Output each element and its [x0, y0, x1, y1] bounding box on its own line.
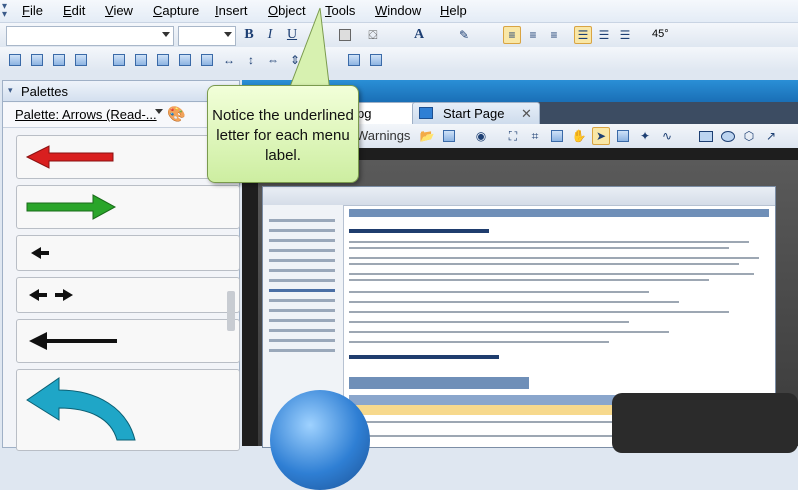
align-objects-top-icon[interactable] [176, 51, 194, 69]
tab-start-page-label: Start Page [443, 106, 505, 121]
format-toolbar: B I U ⛋ A ✎ ≡ ≡ ≡ ☰ ☰ ☰ 45° [0, 23, 798, 47]
tab-image[interactable]: pg [350, 102, 416, 125]
red-arrow-left-icon [25, 145, 114, 169]
arrange-toolbar: ↔ ↕ ⇔ ⇕ [0, 47, 798, 71]
hand-icon[interactable]: ✋ [570, 127, 588, 145]
menu-edit[interactable]: Edit [63, 3, 85, 19]
chevron-down-icon[interactable] [155, 109, 163, 114]
rotation-button[interactable]: 45° [652, 28, 669, 40]
teal-curved-arrow-icon [26, 377, 136, 441]
menu-view[interactable]: View [105, 3, 133, 19]
align-center-icon[interactable]: ≡ [524, 26, 542, 44]
arrow-black-left-long[interactable] [16, 319, 240, 363]
webpage-header [263, 187, 775, 206]
paint-bucket-icon[interactable]: ⛋ [364, 26, 382, 44]
align-objects-left-icon[interactable] [110, 51, 128, 69]
palettes-panel: ▾ Palettes ▾⊣ Palette: Arrows (Read-... … [2, 80, 240, 451]
magic-wand-icon[interactable]: ✦ [636, 127, 654, 145]
ungroup-icon[interactable] [28, 51, 46, 69]
callout-text: Notice the underlined letter for each me… [212, 107, 354, 164]
globe-logo [270, 390, 370, 490]
pointer-icon[interactable]: ➤ [592, 127, 610, 145]
valign-top-icon[interactable]: ☰ [574, 26, 592, 44]
grip-icon[interactable]: ▾ [8, 85, 13, 96]
palette-selector[interactable]: Palette: Arrows (Read-... 🎨 [3, 103, 239, 128]
send-back-icon[interactable] [72, 51, 90, 69]
flip-vertical-icon[interactable] [367, 51, 385, 69]
valign-bottom-icon[interactable]: ☰ [616, 26, 634, 44]
marquee-icon[interactable] [614, 127, 632, 145]
menu-insert[interactable]: Insert [215, 3, 248, 19]
flip-horizontal-icon[interactable] [345, 51, 363, 69]
font-size-select[interactable] [178, 26, 236, 46]
rectangle-icon[interactable] [696, 127, 714, 145]
group-icon[interactable] [6, 51, 24, 69]
black-arrow-left-icon [31, 247, 49, 259]
menu-window[interactable]: Window [375, 3, 421, 19]
font-color-icon[interactable]: A [410, 26, 428, 44]
font-family-select[interactable] [6, 26, 174, 46]
valign-middle-icon[interactable]: ☰ [595, 26, 613, 44]
lasso-icon[interactable]: ∿ [658, 127, 676, 145]
tab-start-page[interactable]: Start Page ✕ [412, 102, 540, 125]
distribute-horizontal-icon[interactable]: ↔ [220, 51, 238, 69]
align-objects-middle-icon[interactable] [198, 51, 216, 69]
warnings-label[interactable]: Warnings [356, 128, 410, 143]
tablet-image [612, 393, 798, 453]
green-arrow-right-icon [26, 194, 117, 220]
align-right-icon[interactable]: ≡ [545, 26, 563, 44]
palette-icon[interactable]: 🎨 [167, 105, 186, 123]
menu-bar: ▾ ▾ File Edit View Capture Insert Object … [0, 0, 798, 23]
select-area-icon[interactable] [548, 127, 566, 145]
callout-box: Notice the underlined letter for each me… [207, 85, 359, 183]
menu-file[interactable]: File [22, 3, 43, 19]
arrow-green-right[interactable] [16, 185, 240, 229]
double-arrow-icon [29, 289, 73, 301]
menu-capture[interactable]: Capture [153, 3, 199, 19]
menu-help[interactable]: Help [440, 3, 467, 19]
palettes-header: ▾ Palettes ▾⊣ [3, 81, 239, 102]
align-objects-center-icon[interactable] [132, 51, 150, 69]
fit-icon[interactable]: ⛶ [504, 127, 522, 145]
align-objects-right-icon[interactable] [154, 51, 172, 69]
palette-select-label: Palette: Arrows (Read-... [15, 107, 157, 122]
palettes-title: Palettes [21, 84, 68, 99]
zoom-icon[interactable]: ◉ [472, 127, 490, 145]
grip-icon[interactable]: ▾ ▾ [2, 2, 12, 20]
bold-button[interactable]: B [240, 26, 258, 44]
polygon-icon[interactable]: ⬡ [740, 127, 758, 145]
close-icon[interactable]: ✕ [521, 103, 532, 125]
image-icon[interactable] [440, 127, 458, 145]
palette-scrollbar[interactable] [227, 291, 235, 331]
arrow-black-left-small[interactable] [16, 235, 240, 271]
oval-icon[interactable] [718, 127, 736, 145]
line-tool-icon[interactable]: ↗ [762, 127, 780, 145]
arrow-black-double[interactable] [16, 277, 240, 313]
distribute-vertical-icon[interactable]: ↕ [242, 51, 260, 69]
crop-icon[interactable]: ⌗ [526, 127, 544, 145]
align-left-icon[interactable]: ≡ [503, 26, 521, 44]
black-arrow-long-left-icon [29, 332, 117, 350]
line-color-icon[interactable]: ✎ [455, 26, 473, 44]
bring-front-icon[interactable] [50, 51, 68, 69]
start-page-icon [419, 107, 433, 119]
arrow-teal-curved[interactable] [16, 369, 240, 451]
open-folder-icon[interactable]: 📂 [418, 127, 436, 145]
